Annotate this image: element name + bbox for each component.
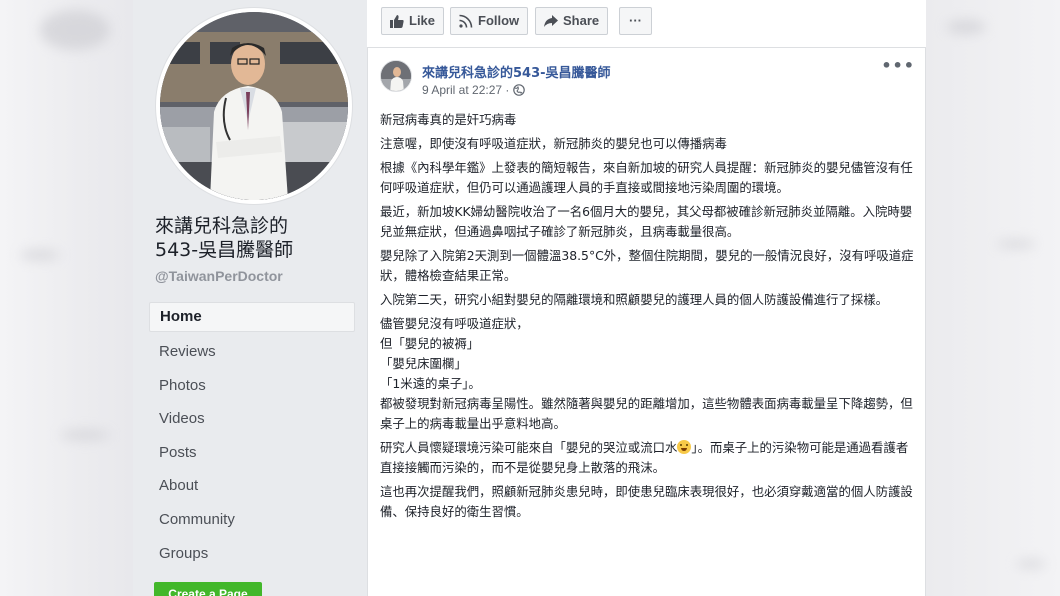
follow-label: Follow [478, 13, 520, 28]
nav-item-photos[interactable]: Photos [149, 369, 355, 403]
post-paragraph: 注意喔，即使沒有呼吸道症狀，新冠肺炎的嬰兒也可以傳播病毒 [380, 136, 727, 151]
nav-item-community[interactable]: Community [149, 503, 355, 537]
blur-decoration [60, 430, 110, 440]
blur-decoration [946, 20, 986, 34]
post-paragraph: 「1米遠的桌子」。 [380, 376, 481, 391]
post-paragraph: 這也再次提醒我們，照顧新冠肺炎患兒時，即使患兒臨床表現很好，也必須穿戴適當的個人… [380, 484, 913, 519]
page-action-bar: Like Follow Share ··· [367, 0, 926, 48]
post-paragraph: 根據《內科學年鑑》上發表的簡短報告，來自新加坡的研究人員提醒：新冠肺炎的嬰兒儘管… [380, 160, 913, 195]
share-arrow-icon [544, 15, 558, 27]
post-paragraph: 研究人員懷疑環境污染可能來自「嬰兒的哭泣或流口水 」。而桌子上的污染物可能是通過看… [380, 438, 920, 478]
page-nav: Home Reviews Photos Videos Posts About C… [149, 302, 355, 570]
post-text: 新冠病毒真的是奸巧病毒 注意喔，即使沒有呼吸道症狀，新冠肺炎的嬰兒也可以傳播病毒… [380, 110, 920, 526]
facebook-page: 來講兒科急診的 543-吳昌騰醫師 @TaiwanPerDoctor Home … [133, 0, 926, 596]
page-profile-picture[interactable] [156, 8, 352, 204]
page-title-line2: 543-吳昌騰醫師 [155, 239, 294, 261]
post-options-icon[interactable]: ••• [881, 56, 915, 75]
nav-item-videos[interactable]: Videos [149, 402, 355, 436]
post-paragraph: 都被發現對新冠病毒呈陽性。雖然隨著與嬰兒的距離增加，這些物體表面病毒載量呈下降趨… [380, 396, 913, 431]
nav-item-reviews[interactable]: Reviews [149, 335, 355, 369]
post-paragraph: 最近，新加坡KK婦幼醫院收治了一名6個月大的嬰兒，其父母都被確診新冠肺炎並隔離。… [380, 204, 913, 239]
page-title-line1: 來講兒科急診的 [155, 215, 289, 237]
more-actions-label: ··· [629, 13, 642, 28]
blur-decoration [1016, 560, 1046, 568]
post-paragraph: 但「嬰兒的被褥」 [380, 336, 480, 351]
blur-decoration [40, 10, 110, 50]
post-paragraph: 入院第二天，研究小組對嬰兒的隔離環境和照顧嬰兒的護理人員的個人防護設備進行了採樣… [380, 292, 889, 307]
post-card: 來講兒科急診的543-吳昌騰醫師 9 April at 22:27 · ••• … [367, 48, 926, 596]
post-text-fragment: 研究人員懷疑環境污染可能來自「嬰兒的哭泣或流口水 [380, 440, 678, 455]
drooling-face-emoji-icon [677, 440, 692, 454]
post-paragraph: 「嬰兒床圍欄」 [380, 356, 467, 371]
rss-icon [459, 14, 473, 28]
post-paragraph: 嬰兒除了入院第2天測到一個體溫38.5°C外，整個住院期間，嬰兒的一般情況良好，… [380, 248, 914, 283]
like-button[interactable]: Like [381, 7, 445, 35]
post-timestamp[interactable]: 9 April at 22:27 · [422, 83, 526, 97]
doctor-photo [160, 12, 348, 200]
author-photo [381, 61, 411, 91]
nav-item-groups[interactable]: Groups [149, 537, 355, 571]
nav-item-home[interactable]: Home [149, 302, 355, 332]
share-button[interactable]: Share [535, 7, 609, 35]
follow-button[interactable]: Follow [450, 7, 529, 35]
post-author-link[interactable]: 來講兒科急診的543-吳昌騰醫師 [422, 62, 611, 81]
page-title[interactable]: 來講兒科急診的 543-吳昌騰醫師 [155, 214, 355, 262]
globe-icon [513, 84, 526, 96]
page-sidebar: 來講兒科急診的 543-吳昌騰醫師 @TaiwanPerDoctor Home … [133, 0, 367, 596]
left-backdrop [0, 0, 133, 596]
post-author-avatar[interactable] [380, 60, 412, 92]
post-time-label: 9 April at 22:27 · [422, 83, 510, 97]
blur-decoration [20, 250, 60, 260]
like-label: Like [409, 13, 436, 28]
more-actions-button[interactable]: ··· [619, 7, 652, 35]
thumbs-up-icon [390, 15, 404, 28]
right-backdrop [926, 0, 1060, 596]
create-page-button[interactable]: Create a Page [154, 582, 262, 596]
share-label: Share [563, 13, 600, 28]
blur-decoration [996, 240, 1036, 248]
nav-item-about[interactable]: About [149, 469, 355, 503]
page-handle[interactable]: @TaiwanPerDoctor [155, 268, 283, 284]
post-paragraph: 儘管嬰兒沒有呼吸道症狀， [380, 316, 529, 331]
avatar-image [160, 12, 348, 200]
nav-item-posts[interactable]: Posts [149, 436, 355, 470]
post-paragraph: 新冠病毒真的是奸巧病毒 [380, 112, 517, 127]
